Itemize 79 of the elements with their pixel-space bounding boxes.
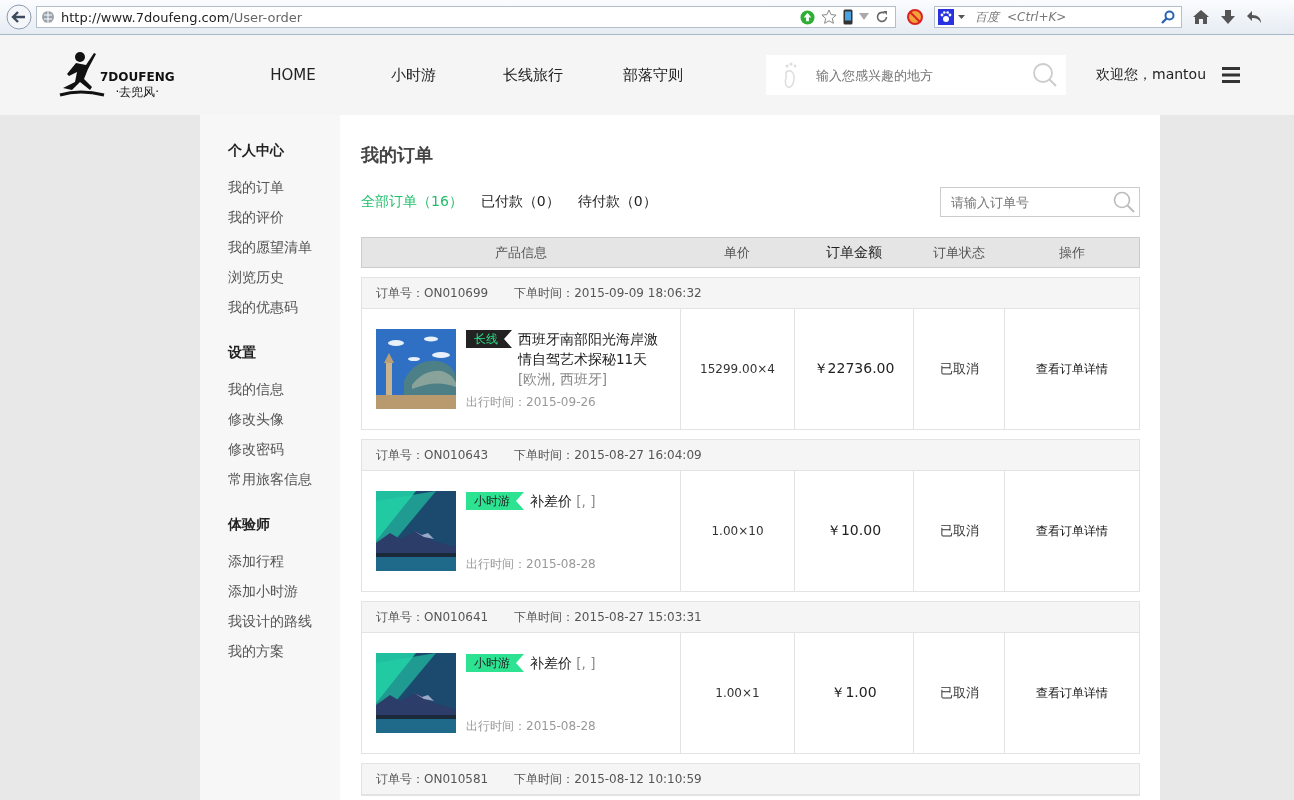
order-time: 下单时间：2015-08-27 16:04:09 <box>514 446 702 464</box>
order-amount: ￥10.00 <box>826 522 882 540</box>
order-details-link[interactable]: 查看订单详情 <box>1036 360 1108 378</box>
column-header: 订单状态 <box>931 243 986 262</box>
order-number: 订单号：ON010641 <box>376 608 489 626</box>
sidebar-link[interactable]: 我的评价 <box>228 202 340 232</box>
blocked-icon[interactable] <box>906 8 924 26</box>
download-icon[interactable] <box>1220 9 1236 25</box>
order-amount: ￥1.00 <box>831 684 877 702</box>
unit-price: 1.00×10 <box>711 524 764 538</box>
sidebar-heading: 体验师 <box>228 516 271 534</box>
caret-icon <box>958 14 965 20</box>
home-icon[interactable] <box>1192 9 1210 25</box>
order-number: 订单号：ON010643 <box>376 446 489 464</box>
destination-search-field[interactable]: 输入您感兴趣的地方 <box>766 55 1066 95</box>
order-details-link[interactable]: 查看订单详情 <box>1036 522 1108 540</box>
order-number: 订单号：ON010699 <box>376 284 489 302</box>
order-number: 订单号：ON010581 <box>376 770 489 788</box>
column-header: 产品信息 <box>494 243 548 262</box>
sidebar-link[interactable]: 我的方案 <box>228 636 340 666</box>
travel-date: 出行时间：2015-08-28 <box>466 556 596 573</box>
greeting-text: 欢迎您，mantou <box>1096 66 1207 84</box>
order-status: 已取消 <box>939 522 979 540</box>
order-status: 已取消 <box>939 684 979 702</box>
unit-price: 15299.00×4 <box>700 362 775 376</box>
order-filter-tab[interactable]: 已付款（0） <box>480 193 560 211</box>
category-tag: 长线 <box>466 330 512 348</box>
column-header: 单价 <box>723 243 751 262</box>
nav-link[interactable]: HOME <box>233 65 353 85</box>
order-time: 下单时间：2015-08-12 10:10:59 <box>514 770 702 788</box>
sidebar-link[interactable]: 修改头像 <box>228 404 340 434</box>
travel-date: 出行时间：2015-09-26 <box>466 394 597 411</box>
browser-search-field[interactable]: 百度 <Ctrl+K> <box>934 6 1182 28</box>
order-time: 下单时间：2015-09-09 18:06:32 <box>514 284 702 302</box>
column-header: 操作 <box>1057 243 1086 262</box>
globe-icon <box>41 10 55 24</box>
sidebar-link[interactable]: 添加小时游 <box>228 576 340 606</box>
product-title[interactable]: 补差价 [, ] <box>530 491 596 511</box>
nav-link[interactable]: 部落守则 <box>593 65 713 85</box>
sidebar-link[interactable]: 我的订单 <box>228 172 340 202</box>
unit-price: 1.00×1 <box>715 686 760 700</box>
page-title: 我的订单 <box>361 143 434 167</box>
sidebar-link[interactable]: 我设计的路线 <box>228 606 340 636</box>
sidebar-link[interactable]: 我的愿望清单 <box>228 232 340 262</box>
category-tag: 小时游 <box>466 492 524 510</box>
logo-text: 7DOUFENG <box>100 70 175 84</box>
sidebar-link[interactable]: 修改密码 <box>228 434 340 464</box>
sidebar-link[interactable]: 添加行程 <box>228 546 340 576</box>
sidebar-link[interactable]: 我的优惠码 <box>228 292 340 322</box>
category-tag: 小时游 <box>466 654 524 672</box>
product-title[interactable]: 补差价 [, ] <box>530 653 596 673</box>
phone-icon[interactable] <box>843 9 853 25</box>
order-time: 下单时间：2015-08-27 15:03:31 <box>514 608 702 626</box>
search-icon[interactable] <box>1161 10 1175 24</box>
sidebar-link[interactable]: 常用旅客信息 <box>228 464 340 494</box>
travel-date: 出行时间：2015-08-28 <box>466 718 596 735</box>
menu-icon[interactable] <box>1222 67 1241 83</box>
order-details-link[interactable]: 查看订单详情 <box>1036 684 1108 702</box>
order-search-field[interactable]: 请输入订单号 <box>940 187 1140 217</box>
order-status: 已取消 <box>939 360 979 378</box>
sidebar-link[interactable]: 我的信息 <box>228 374 340 404</box>
address-bar[interactable]: http://www.7doufeng.com/User-order <box>36 6 896 28</box>
sidebar-heading: 个人中心 <box>228 142 285 160</box>
column-header: 订单金额 <box>824 243 883 262</box>
url-text: http://www.7doufeng.com/User-order <box>61 9 303 25</box>
logo-subtitle: ·去兜风· <box>115 84 160 101</box>
reload-icon[interactable] <box>875 10 889 24</box>
nav-link[interactable]: 长线旅行 <box>473 65 593 85</box>
product-title[interactable]: 西班牙南部阳光海岸激情自驾艺术探秘11天 [欧洲, 西班牙] <box>518 329 670 389</box>
paw-icon <box>938 9 954 25</box>
undo-icon[interactable] <box>1246 9 1263 25</box>
back-icon[interactable] <box>6 4 32 30</box>
order-amount: ￥22736.00 <box>813 360 895 378</box>
star-icon[interactable] <box>821 9 837 25</box>
go-icon[interactable] <box>800 9 815 25</box>
sidebar-link[interactable]: 浏览历史 <box>228 262 340 292</box>
order-filter-tab[interactable]: 待付款（0） <box>577 193 657 211</box>
sidebar-heading: 设置 <box>228 344 257 362</box>
nav-link[interactable]: 小时游 <box>353 65 473 85</box>
